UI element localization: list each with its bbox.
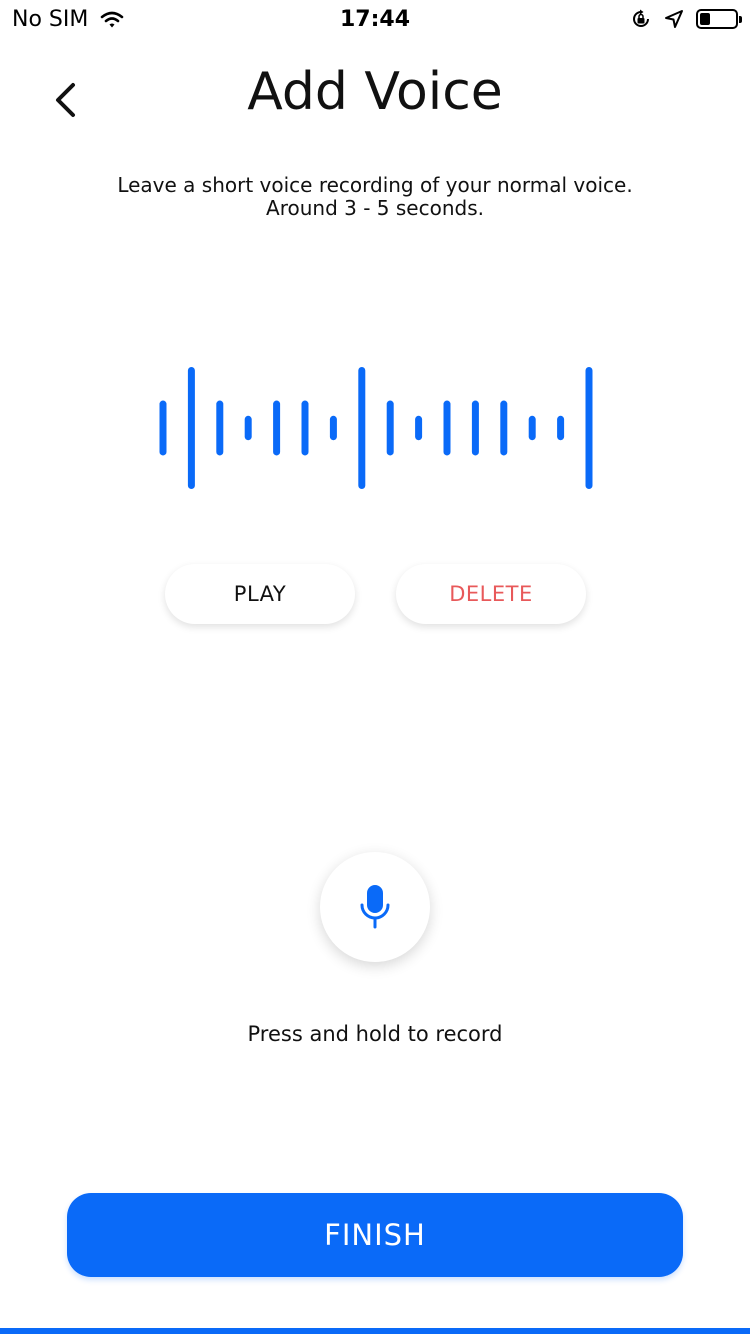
instructions-line-2: Around 3 - 5 seconds. [266,196,484,220]
status-right-group [630,8,742,30]
instructions-line-1: Leave a short voice recording of your no… [117,173,633,197]
record-button[interactable] [320,852,430,962]
play-button[interactable]: PLAY [165,564,355,624]
finish-button[interactable]: FINISH [67,1193,683,1277]
rotation-lock-icon [633,9,649,27]
battery-icon [696,9,742,29]
bottom-accent-bar [0,1328,750,1334]
record-hint: Press and hold to record [247,1022,503,1046]
page-title: Add Voice [247,62,503,122]
add-voice-screen: No SIM 17:44 Add Voice Leave a short voi… [0,0,750,1334]
instructions: Leave a short voice recording of your no… [0,174,750,220]
status-bar: No SIM 17:44 [0,0,750,40]
battery-nub [739,16,742,23]
voice-waveform [159,367,593,489]
battery-level [700,13,710,25]
microphone-icon [360,885,390,929]
location-arrow-icon [665,10,683,28]
delete-button[interactable]: DELETE [396,564,586,624]
